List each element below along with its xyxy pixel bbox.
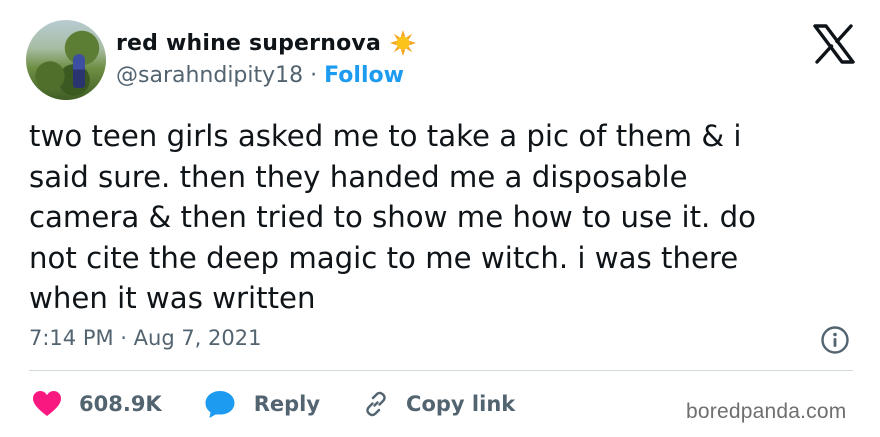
author-handle-row: @sarahndipity18 · Follow	[116, 60, 404, 90]
reply-button[interactable]: Reply	[204, 389, 320, 419]
boredpanda-watermark: boredpanda.com	[686, 400, 847, 423]
separator-dot: ·	[310, 62, 318, 88]
reply-label: Reply	[253, 392, 321, 416]
link-icon	[366, 391, 386, 417]
speech-bubble-icon	[205, 391, 235, 418]
tweet-timestamp-row: 7:14 PM · Aug 7, 2021	[29, 323, 261, 353]
author-avatar[interactable]	[26, 20, 106, 100]
tweet-text: two teen girls asked me to take a pic of…	[29, 119, 756, 315]
tweet-timestamp[interactable]: 7:14 PM · Aug 7, 2021	[29, 326, 261, 350]
tweet-actions: 608.9K Reply Copy link	[32, 388, 515, 420]
heart-icon	[33, 391, 61, 416]
follow-button[interactable]: Follow	[324, 63, 404, 88]
divider	[29, 370, 853, 371]
x-logo-icon[interactable]	[812, 24, 856, 64]
like-count: 608.9K	[79, 392, 162, 416]
avatar-person-figure	[73, 54, 85, 88]
info-icon[interactable]	[820, 325, 850, 355]
copy-link-button[interactable]: Copy link	[362, 390, 515, 418]
like-button[interactable]: 608.9K	[32, 390, 162, 418]
sun-emoji-icon	[389, 29, 417, 57]
author-display-name[interactable]: red whine supernova	[116, 31, 381, 56]
copy-link-label: Copy link	[406, 392, 516, 416]
author-handle[interactable]: @sarahndipity18	[116, 63, 303, 88]
author-name-row: red whine supernova	[116, 26, 417, 60]
